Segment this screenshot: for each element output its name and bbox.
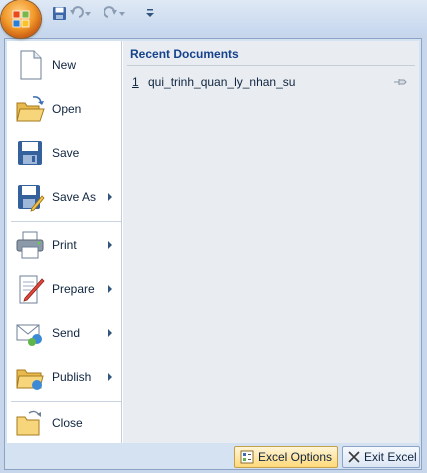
redo-icon bbox=[104, 6, 125, 18]
submenu-arrow-icon bbox=[108, 373, 112, 381]
publish-folder-icon bbox=[16, 369, 44, 390]
recent-documents-heading: Recent Documents bbox=[130, 47, 239, 61]
menu-item-label: New bbox=[52, 58, 77, 72]
commands-pane: New Open Save Save As Print Prepare Send… bbox=[7, 41, 122, 443]
customize-qat-icon bbox=[146, 9, 154, 17]
save-as-icon bbox=[18, 185, 45, 212]
menu-item-new[interactable]: New bbox=[7, 43, 121, 87]
menu-item-prepare[interactable]: Prepare bbox=[7, 267, 121, 311]
recent-document-item[interactable]: 1 qui_trinh_quan_ly_nhan_su bbox=[127, 73, 415, 91]
recent-divider bbox=[127, 65, 415, 66]
menu-item-label: Send bbox=[52, 326, 81, 340]
recent-documents-pane: Recent Documents 1 qui_trinh_quan_ly_nha… bbox=[122, 41, 419, 443]
menu-item-label: Publish bbox=[52, 370, 92, 384]
menu-item-save[interactable]: Save bbox=[7, 131, 121, 175]
undo-icon bbox=[70, 6, 91, 18]
close-icon bbox=[348, 451, 360, 463]
menu-item-send[interactable]: Send bbox=[7, 311, 121, 355]
close-folder-icon bbox=[16, 410, 41, 436]
office-logo-icon bbox=[12, 10, 30, 28]
save-disk-icon bbox=[18, 141, 42, 165]
menu-item-label: Prepare bbox=[52, 282, 95, 296]
menu-item-open[interactable]: Open bbox=[7, 87, 121, 131]
menu-item-label: Close bbox=[52, 416, 83, 430]
send-icon bbox=[16, 324, 42, 346]
prepare-document-icon bbox=[19, 275, 45, 304]
printer-icon bbox=[16, 231, 44, 259]
menu-item-close[interactable]: Close bbox=[7, 401, 121, 445]
submenu-arrow-icon bbox=[108, 285, 112, 293]
office-menu: New Open Save Save As Print Prepare Send… bbox=[4, 38, 422, 470]
qat-save-button[interactable] bbox=[50, 4, 68, 22]
exit-excel-button[interactable]: Exit Excel bbox=[342, 446, 420, 468]
menu-item-label: Open bbox=[52, 102, 82, 116]
menu-separator bbox=[11, 221, 121, 222]
menu-item-print[interactable]: Print bbox=[7, 223, 121, 267]
qat-customize-button[interactable] bbox=[143, 4, 157, 22]
exit-excel-label: Exit Excel bbox=[364, 450, 417, 464]
recent-item-name: qui_trinh_quan_ly_nhan_su bbox=[148, 75, 296, 89]
menu-item-label: Print bbox=[52, 238, 77, 252]
menu-footer: Excel Options Exit Excel bbox=[5, 444, 421, 469]
menu-item-save-as[interactable]: Save As bbox=[7, 175, 121, 219]
qat-redo-button[interactable] bbox=[104, 4, 126, 22]
pin-icon[interactable] bbox=[393, 77, 407, 87]
new-document-icon bbox=[20, 50, 42, 80]
menu-item-publish[interactable]: Publish bbox=[7, 355, 121, 399]
menu-item-label: Save bbox=[52, 146, 80, 160]
excel-options-label: Excel Options bbox=[258, 450, 333, 464]
excel-options-button[interactable]: Excel Options bbox=[234, 446, 338, 468]
recent-item-number: 1 bbox=[132, 75, 139, 89]
save-icon bbox=[52, 6, 66, 20]
menu-item-label: Save As bbox=[52, 190, 97, 204]
title-bar bbox=[0, 0, 427, 38]
submenu-arrow-icon bbox=[108, 193, 112, 201]
options-icon bbox=[240, 450, 254, 464]
submenu-arrow-icon bbox=[108, 241, 112, 249]
qat-undo-button[interactable] bbox=[70, 4, 92, 22]
open-folder-icon bbox=[16, 96, 45, 122]
submenu-arrow-icon bbox=[108, 329, 112, 337]
office-button[interactable] bbox=[1, 0, 41, 38]
